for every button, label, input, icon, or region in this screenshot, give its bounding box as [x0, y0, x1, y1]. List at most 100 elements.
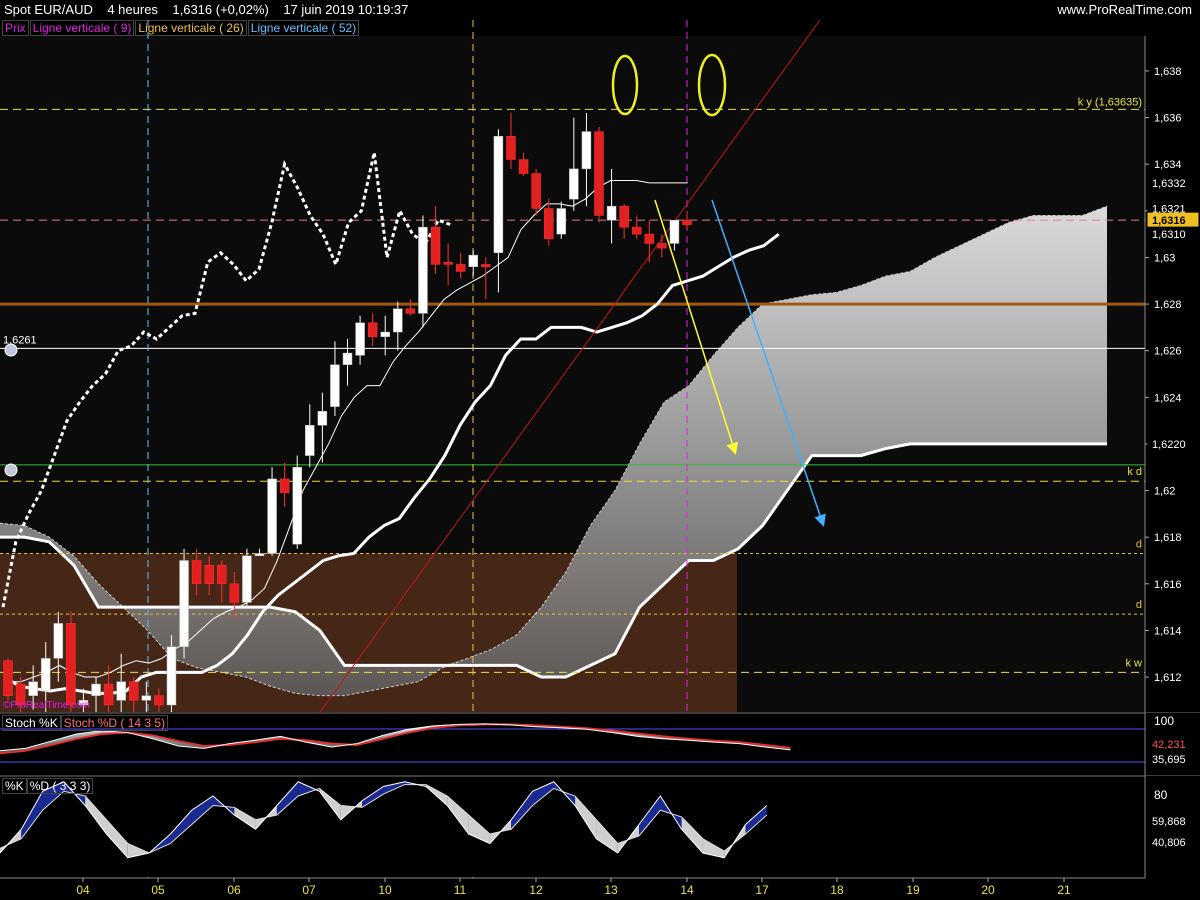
- y-tick-label: 1,616: [1154, 579, 1182, 591]
- kd-d-label[interactable]: %D ( 3 3 3): [26, 778, 94, 794]
- price-value-label: 1,6310: [1152, 229, 1186, 241]
- candle-body: [330, 364, 340, 407]
- x-tick-label: 11: [454, 883, 467, 897]
- y-tick-label: 1,634: [1154, 159, 1182, 171]
- candle[interactable]: [179, 548, 189, 659]
- kd-panel-bg: [0, 776, 1145, 877]
- candle-body: [292, 466, 302, 545]
- candle-body: [191, 560, 202, 585]
- x-tick-label: 21: [1057, 883, 1071, 897]
- kd-tick-label: 80: [1154, 788, 1168, 802]
- candle-body: [518, 159, 529, 174]
- price-value-label: 1,6220: [1152, 439, 1186, 451]
- candle-body: [569, 168, 579, 200]
- level-label-kd: k d: [1127, 466, 1142, 478]
- y-tick-label: 1,612: [1154, 672, 1182, 684]
- candle-body: [154, 695, 164, 706]
- candle-body: [242, 555, 252, 603]
- y-tick-label: 1,618: [1154, 532, 1182, 544]
- stoch-value-label: 42,231: [1152, 739, 1186, 751]
- time-axis: [0, 878, 1200, 900]
- candle-body: [506, 135, 516, 160]
- candle-body: [443, 261, 453, 265]
- x-tick-label: 07: [302, 883, 316, 897]
- y-tick-label: 1,626: [1154, 346, 1182, 358]
- x-tick-label: 18: [830, 883, 844, 897]
- x-tick-label: 14: [680, 883, 694, 897]
- kd-value-label: 40,806: [1152, 837, 1186, 849]
- candle-body: [543, 208, 554, 240]
- candle-body: [581, 131, 592, 170]
- candle-body: [279, 478, 290, 494]
- candle-body: [556, 208, 567, 235]
- stoch-d-label[interactable]: Stoch %D ( 14 3 5): [60, 715, 169, 731]
- candle-body: [91, 683, 101, 696]
- kd-k-label[interactable]: %K: [2, 778, 27, 794]
- stoch-k-label[interactable]: Stoch %K: [2, 715, 61, 731]
- candle[interactable]: [292, 455, 302, 549]
- y-tick-label: 1,63: [1154, 252, 1175, 264]
- alert-bell-icon[interactable]: [4, 343, 18, 357]
- candle-body: [53, 623, 64, 659]
- y-tick-label: 1,628: [1154, 299, 1182, 311]
- candle-body: [468, 254, 479, 268]
- candle-body: [669, 219, 680, 244]
- candle-body: [380, 331, 390, 337]
- y-tick-label: 1,636: [1154, 113, 1182, 125]
- candle-body: [3, 660, 13, 696]
- x-tick-label: 20: [981, 883, 995, 897]
- candle-body: [393, 308, 403, 333]
- candle-body: [594, 131, 604, 216]
- level-label-d1: d: [1136, 538, 1142, 550]
- level-label-d2: d: [1136, 599, 1142, 611]
- candle-body: [619, 205, 629, 228]
- price-chart[interactable]: 1,6261k y (1,63635)k dddk w ©ProRealTime…: [0, 0, 1200, 900]
- candle-body: [367, 322, 378, 337]
- candle-body: [28, 681, 38, 696]
- kd-value-label: 59,868: [1152, 816, 1186, 828]
- candle[interactable]: [166, 635, 177, 712]
- y-tick-label: 1,624: [1154, 392, 1182, 404]
- candle[interactable]: [242, 548, 252, 608]
- candle-body: [657, 243, 667, 249]
- candle-body: [305, 425, 315, 456]
- candle-body: [267, 478, 277, 554]
- candle-body: [166, 646, 177, 706]
- candle-body: [430, 226, 441, 265]
- candle-body: [644, 233, 655, 244]
- level-label-ky: k y (1,63635): [1078, 96, 1142, 108]
- current-price-label: 1,6316: [1152, 215, 1186, 227]
- candle-body: [631, 226, 642, 235]
- candle-body: [66, 623, 76, 706]
- candle-body: [531, 173, 541, 209]
- candle-body: [229, 583, 240, 603]
- candle-body: [204, 564, 214, 585]
- candle-body: [682, 219, 692, 226]
- candle[interactable]: [594, 126, 604, 223]
- watermark: ©ProRealTime.com: [3, 700, 90, 711]
- x-tick-label: 05: [151, 883, 165, 897]
- candle[interactable]: [267, 467, 277, 556]
- y-tick-label: 1,638: [1154, 66, 1182, 78]
- price-value-label: 1,6332: [1152, 178, 1186, 190]
- alert-bell-icon[interactable]: [4, 463, 18, 477]
- candle-body: [342, 352, 353, 365]
- candle[interactable]: [531, 168, 541, 216]
- y-tick-label: 1,62: [1154, 486, 1175, 498]
- candle[interactable]: [3, 658, 13, 701]
- candle-body: [40, 658, 51, 692]
- x-tick-label: 13: [604, 883, 618, 897]
- stoch-title: Stoch %K Stoch %D ( 14 3 5): [2, 715, 169, 731]
- candle-body: [455, 264, 466, 272]
- candle[interactable]: [418, 215, 428, 328]
- candle-body: [405, 308, 416, 314]
- candle-body: [355, 322, 365, 356]
- x-tick-label: 04: [76, 883, 90, 897]
- candle-body: [103, 683, 114, 706]
- x-tick-label: 12: [529, 883, 543, 897]
- candle[interactable]: [66, 611, 76, 712]
- candle-body: [116, 681, 126, 701]
- candle-body: [317, 411, 328, 426]
- x-tick-label: 10: [378, 883, 392, 897]
- candle-body: [217, 564, 227, 585]
